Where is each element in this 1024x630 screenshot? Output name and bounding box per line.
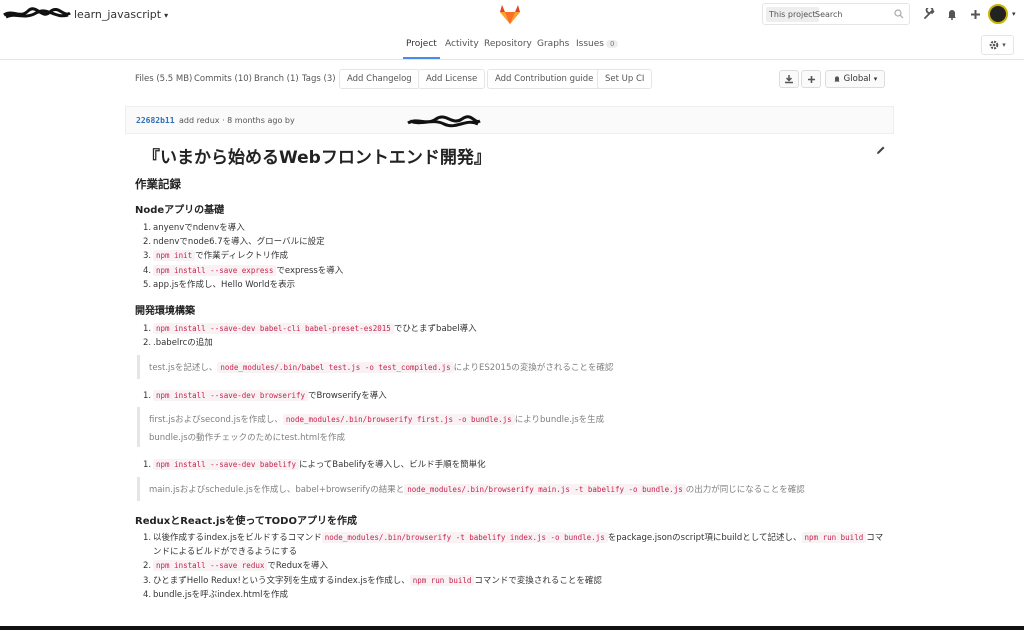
blockquote: first.jsおよびsecond.jsを作成し、 node_modules/.b… [137,407,837,447]
search-icon [894,9,904,19]
commit-sha-link[interactable]: 22682b11 [136,116,175,125]
download-icon [785,75,793,84]
inline-code: npm run build [801,532,867,543]
heading-record: 作業記録 [135,177,181,191]
inline-code: node_modules/.bin/babel test.js -o test_… [217,362,454,373]
add-license-button[interactable]: Add License [418,69,486,89]
add-changelog-button[interactable]: Add Changelog [339,69,420,89]
list-item: 1. npm install --save-dev browserify でBrow… [143,390,387,401]
last-commit-bar: 22682b11 add redux · 8 months ago by [125,106,894,134]
notification-level-label: Global [843,74,871,84]
bell-icon [834,76,840,82]
project-title: learn_javascript [74,8,162,21]
list-item: 1. 以後作成するindex.jsをビルドするコマンド node_modules/.… [143,532,884,543]
inline-code: node_modules/.bin/browserify main.js -t … [404,484,686,495]
tab-graphs[interactable]: Graphs [537,39,569,49]
set-up-ci-button[interactable]: Set Up CI [597,69,653,89]
gear-icon [989,40,999,50]
gitlab-logo[interactable] [498,3,522,25]
chevron-down-icon: ▾ [1012,10,1016,18]
project-stats-bar: Files (5.5 MB) Commits (10) Branch (1) T… [0,61,1024,97]
tab-activity[interactable]: Activity [445,39,479,49]
inline-code: npm run build [409,575,475,586]
list-item-continuation: ンドによるビルドができるようにする [153,547,298,557]
project-title-dropdown[interactable]: learn_javascript ▾ [74,8,168,21]
inline-code: node_modules/.bin/browserify -t babelify… [321,532,608,543]
list-item: 1. npm install --save-dev babel-cli babel… [143,323,477,334]
tags-link[interactable]: Tags (3) [302,74,336,84]
list-item: 1. npm install --save-dev babelify によってBab… [143,459,486,470]
avatar[interactable]: ▾ [988,4,1016,24]
search-input[interactable] [815,7,895,22]
heading-redux: ReduxとReact.jsを使ってTODOアプリを作成 [135,516,357,527]
list-item: 2. ndenvでnode6.7を導入、グローバルに設定 [143,237,325,247]
list-item: 4. npm install --save express でexpressを導入 [143,265,344,276]
chevron-down-icon: ▾ [1002,41,1006,49]
list-item: 5. app.jsを作成し、Hello Worldを表示 [143,280,296,290]
inline-code: npm install --save-dev browserify [153,390,309,401]
project-nav: Project Activity Repository Graphs Issue… [0,30,1024,60]
inline-code: npm install --save redux [153,560,268,571]
list-item: 2. npm install --save redux でReduxを導入 [143,560,328,571]
plus-icon[interactable] [967,6,983,22]
heading-node: Nodeアプリの基礎 [135,205,225,216]
inline-code: npm install --save express [153,265,277,276]
top-header: learn_javascript▾ This project ▾ [0,0,1024,30]
list-item: 1. anyenvでndenvを導入 [143,223,245,233]
bell-icon[interactable] [944,6,960,22]
inline-code: npm install --save-dev babel-cli babel-p… [153,323,394,334]
issues-count-badge: 0 [605,40,619,48]
inline-code: npm install --save-dev babelify [153,459,299,470]
tab-issues[interactable]: Issues 0 [576,39,619,49]
commits-link[interactable]: Commits (10) [194,74,252,84]
blockquote: test.jsを記述し、 node_modules/.bin/babel test… [137,355,837,379]
wrench-icon[interactable] [921,6,937,22]
heading-dev-env: 開発環境構築 [135,306,195,317]
inline-code: npm init [153,250,196,261]
inline-code: node_modules/.bin/browserify first.js -o… [282,414,515,425]
redacted-scribble [407,115,481,128]
download-button[interactable] [779,70,799,88]
caret-down-icon: ▾ [873,75,878,83]
readme-title: 『いまから始めるWebフロントエンド開発』 [143,148,491,168]
chevron-down-icon: ▾ [164,11,169,20]
tab-project[interactable]: Project [403,39,440,59]
tab-issues-label: Issues [576,39,604,49]
branch-link[interactable]: Branch (1) [254,74,299,84]
blockquote: main.jsおよびschedule.jsを作成し、babel+browseri… [137,477,857,501]
commit-message: add redux · 8 months ago by [179,116,295,125]
search-box[interactable]: This project [762,3,910,25]
window-bottom-edge [0,626,1024,630]
list-item: 4. bundle.jsを呼ぶindex.htmlを作成 [143,590,288,600]
pencil-icon[interactable] [875,145,886,156]
add-button[interactable] [801,70,821,88]
redacted-scribble [3,7,71,19]
add-contribution-guide-button[interactable]: Add Contribution guide [487,69,602,89]
search-scope-label: This project [766,7,819,22]
list-item: 2. .babelrcの追加 [143,338,213,348]
plus-icon [807,75,815,83]
settings-dropdown[interactable]: ▾ [981,35,1014,55]
list-item: 3. ひとまずHello Redux!という文字列を生成するindex.jsを作成… [143,575,602,586]
notification-level-dropdown[interactable]: Global ▾ [825,70,885,88]
list-item: 3. npm init で作業ディレクトリ作成 [143,250,289,261]
files-link[interactable]: Files (5.5 MB) [135,74,192,84]
tab-repository[interactable]: Repository [484,39,532,49]
